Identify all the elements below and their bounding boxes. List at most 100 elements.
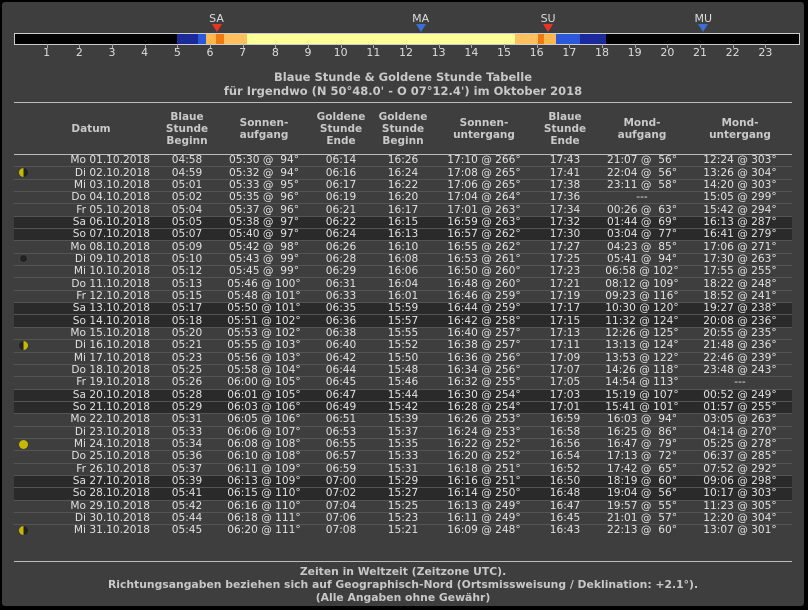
cell-bb: 05:23 xyxy=(156,351,218,365)
timeline-segment xyxy=(176,34,198,44)
cell-gb: 15:29 xyxy=(372,474,434,488)
table-row: Mo 01.10.2018 04:58 05:30 @ 94° 06:14 16:26 1… xyxy=(14,153,792,167)
timeline-hour-label: 16 xyxy=(529,46,544,59)
timeline-hour-label: 20 xyxy=(660,46,675,59)
cell-sa: 06:11 @ 109° xyxy=(218,462,310,476)
header-blaue-ende: Blaue Stunde Ende xyxy=(543,111,587,147)
cell-bb: 05:31 xyxy=(156,413,218,427)
cell-mu: 00:52 @ 249° xyxy=(688,388,792,402)
moon-phase-cell xyxy=(14,388,32,402)
timeline-hour-label: 5 xyxy=(173,46,181,59)
table-row: Di 02.10.2018 04:59 05:32 @ 94° 06:16 16:24 1… xyxy=(14,166,792,180)
cell-mu: 15:05 @ 299° xyxy=(688,191,792,204)
cell-mu: 18:22 @ 248° xyxy=(688,277,792,291)
table-row: Mi 10.10.2018 05:12 05:45 @ 99° 06:29 16:06 1… xyxy=(14,265,792,278)
moon-phase-cell xyxy=(14,511,32,525)
cell-gb: 15:31 xyxy=(372,462,434,476)
cell-sa: 06:20 @ 111° xyxy=(218,524,310,537)
timeline-hour-label: 1 xyxy=(43,46,51,59)
cell-sa: 05:50 @ 101° xyxy=(218,302,310,315)
cell-mu: 05:25 @ 278° xyxy=(688,437,792,451)
cell-bb: 05:36 xyxy=(156,450,218,464)
cell-be: 17:05 xyxy=(534,376,596,390)
cell-ge: 06:47 xyxy=(310,388,372,402)
title-line-1: Blaue Stunde & Goldene Stunde Tabelle xyxy=(273,70,532,84)
moon-phase-icon xyxy=(18,254,28,264)
timeline-hour-label: 9 xyxy=(304,46,312,59)
cell-ge: 06:53 xyxy=(310,425,372,439)
cell-bb: 05:12 xyxy=(156,265,218,278)
cell-ge: 06:40 xyxy=(310,339,372,352)
cell-d: Di 02.10.2018 xyxy=(32,166,156,180)
moon-phase-cell xyxy=(14,302,32,315)
cell-ma: 06:58 @ 102° xyxy=(596,265,688,278)
cell-ma: 22:13 @ 60° xyxy=(596,524,688,537)
cell-sa: 06:01 @ 105° xyxy=(218,388,310,402)
cell-mu: 18:52 @ 241° xyxy=(688,289,792,303)
cell-mu: 12:24 @ 303° xyxy=(688,153,792,167)
cell-ma: 13:53 @ 122° xyxy=(596,351,688,365)
cell-sa: 06:18 @ 111° xyxy=(218,511,310,525)
cell-mu: 17:55 @ 255° xyxy=(688,265,792,278)
cell-ma: 14:54 @ 113° xyxy=(596,376,688,390)
cell-bb: 05:37 xyxy=(156,462,218,476)
cell-be: 17:34 xyxy=(534,203,596,217)
cell-su: 16:30 @ 254° xyxy=(434,388,534,402)
cell-sa: 05:38 @ 97° xyxy=(218,215,310,229)
cell-be: 16:58 xyxy=(534,425,596,439)
table-row: Mi 03.10.2018 05:01 05:33 @ 95° 06:17 16:22 1… xyxy=(14,178,792,192)
cell-ma: 03:04 @ 77° xyxy=(596,228,688,241)
cell-gb: 15:46 xyxy=(372,376,434,390)
cell-ge: 06:38 xyxy=(310,326,372,340)
cell-gb: 15:52 xyxy=(372,339,434,352)
cell-mu: 01:57 @ 255° xyxy=(688,400,792,414)
cell-su: 16:50 @ 260° xyxy=(434,265,534,278)
cell-bb: 05:29 xyxy=(156,400,218,414)
cell-ma: 18:19 @ 60° xyxy=(596,474,688,488)
cell-sa: 05:33 @ 95° xyxy=(218,178,310,192)
moon-phase-cell xyxy=(14,462,32,476)
cell-su: 16:34 @ 256° xyxy=(434,363,534,377)
cell-sa: 05:48 @ 101° xyxy=(218,289,310,303)
cell-mu: 20:08 @ 236° xyxy=(688,314,792,328)
cell-ge: 06:26 xyxy=(310,240,372,254)
moon-phase-icon xyxy=(18,168,28,178)
cell-su: 16:59 @ 263° xyxy=(434,215,534,229)
cell-be: 17:19 xyxy=(534,289,596,303)
table-row: Do 04.10.2018 05:02 05:35 @ 96° 06:19 16:20 1… xyxy=(14,191,792,204)
table-row: Fr 19.10.2018 05:26 06:00 @ 105° 06:45 15:46… xyxy=(14,376,792,390)
cell-gb: 16:08 xyxy=(372,252,434,266)
cell-su: 16:24 @ 253° xyxy=(434,425,534,439)
cell-bb: 05:34 xyxy=(156,437,218,451)
cell-d: Do 18.10.2018 xyxy=(32,363,156,377)
cell-mu: 20:55 @ 235° xyxy=(688,326,792,340)
table-row: Sa 20.10.2018 05:28 06:01 @ 105° 06:47 15:44… xyxy=(14,388,792,402)
cell-ge: 06:28 xyxy=(310,252,372,266)
cell-gb: 16:24 xyxy=(372,166,434,180)
table-row: So 28.10.2018 05:41 06:15 @ 110° 07:02 15:27… xyxy=(14,487,792,501)
cell-gb: 15:48 xyxy=(372,363,434,377)
cell-ge: 07:06 xyxy=(310,511,372,525)
cell-mu: 06:37 @ 285° xyxy=(688,450,792,464)
cell-d: Sa 06.10.2018 xyxy=(32,215,156,229)
moon-phase-cell xyxy=(14,413,32,427)
cell-ge: 06:57 xyxy=(310,450,372,464)
cell-su: 16:36 @ 256° xyxy=(434,351,534,365)
cell-ma: 19:57 @ 55° xyxy=(596,499,688,513)
timeline-hour-label: 18 xyxy=(595,46,609,59)
cell-bb: 05:02 xyxy=(156,191,218,204)
cell-sa: 06:10 @ 108° xyxy=(218,450,310,464)
cell-d: Mi 17.10.2018 xyxy=(32,351,156,365)
timeline-segment xyxy=(246,34,515,44)
footer-notes: Zeiten in Weltzeit (Zeitzone UTC). Richt… xyxy=(2,565,804,604)
cell-be: 16:43 xyxy=(534,524,596,537)
cell-su: 16:55 @ 262° xyxy=(434,240,534,254)
cell-ge: 07:04 xyxy=(310,499,372,513)
cell-bb: 05:21 xyxy=(156,339,218,352)
cell-bb: 05:33 xyxy=(156,425,218,439)
moon-phase-cell xyxy=(14,240,32,254)
cell-su: 16:42 @ 258° xyxy=(434,314,534,328)
cell-mu: 11:23 @ 305° xyxy=(688,499,792,513)
cell-ma: 05:41 @ 94° xyxy=(596,252,688,266)
cell-bb: 05:05 xyxy=(156,215,218,229)
